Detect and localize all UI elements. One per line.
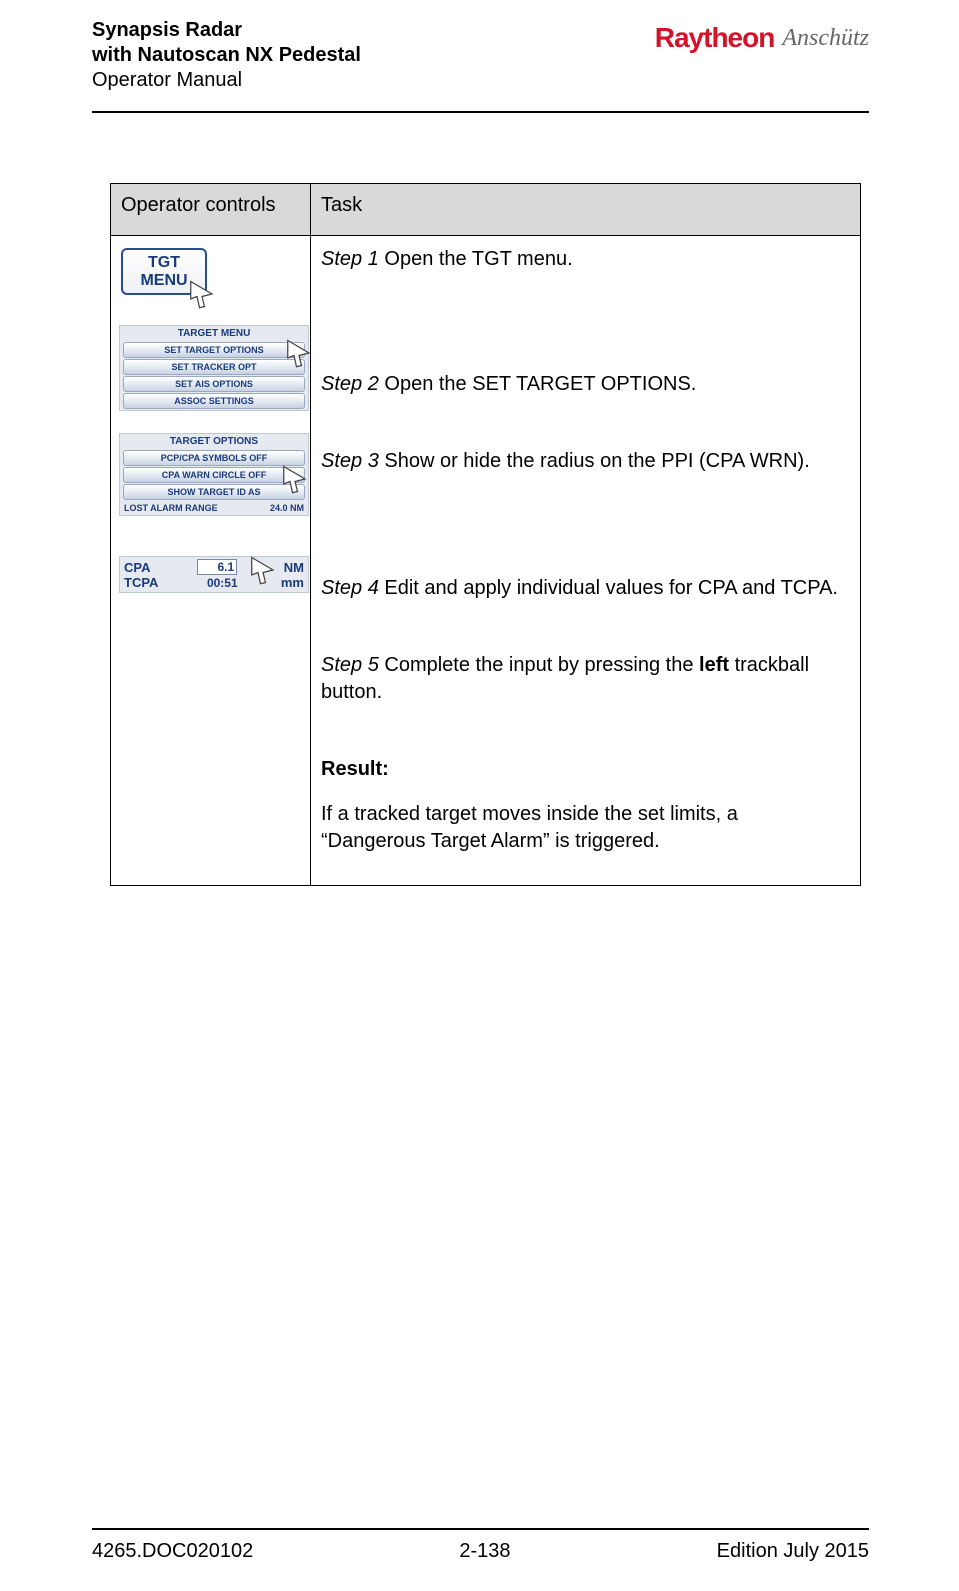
step-2: Step 2 Open the SET TARGET OPTIONS. [321, 371, 842, 398]
page-header: Synapsis Radar with Nautoscan NX Pedesta… [0, 0, 959, 93]
target-options-panel: TARGET OPTIONS PCP/CPA SYMBOLS OFF CPA W… [119, 433, 309, 516]
result-label: Result: [321, 756, 842, 783]
col-header-controls: Operator controls [111, 184, 311, 236]
target-menu-panel: TARGET MENU SET TARGET OPTIONS SET TRACK… [119, 325, 309, 411]
col-header-task: Task [311, 184, 861, 236]
target-options-title: TARGET OPTIONS [120, 434, 308, 449]
lost-alarm-range-row: LOST ALARM RANGE 24.0 NM [120, 501, 308, 515]
doc-number: 4265.DOC020102 [92, 1540, 253, 1563]
step-4: Step 4 Edit and apply individual values … [321, 575, 842, 602]
show-target-id-button[interactable]: SHOW TARGET ID AS [123, 484, 305, 500]
step-1-text: Open the TGT menu. [379, 248, 573, 270]
content-area: Operator controls Task TGT MENU TARGET M… [0, 113, 959, 886]
procedure-table: Operator controls Task TGT MENU TARGET M… [110, 183, 861, 886]
step-2-text: Open the SET TARGET OPTIONS. [379, 373, 697, 395]
set-target-options-button[interactable]: SET TARGET OPTIONS [123, 342, 305, 358]
title-line-2: with Nautoscan NX Pedestal [92, 43, 361, 68]
logo-block: Raytheon Anschütz [655, 18, 869, 54]
tgt-btn-l1: TGT [148, 254, 180, 271]
step-1-label: Step 1 [321, 248, 379, 270]
cpa-value[interactable]: 6.1 [197, 559, 237, 575]
assoc-settings-button[interactable]: ASSOC SETTINGS [123, 393, 305, 409]
step-1: Step 1 Open the TGT menu. [321, 246, 842, 273]
tgt-menu-button-graphic: TGT MENU [121, 248, 207, 295]
step-2-label: Step 2 [321, 373, 379, 395]
controls-cell: TGT MENU TARGET MENU SET TARGET OPTIONS … [111, 236, 311, 886]
cpa-tcpa-panel: CPA 6.1 NM TCPA 00:51 mm [119, 556, 309, 593]
anschutz-logo: Anschütz [782, 25, 869, 52]
cpa-unit: NM [284, 560, 304, 575]
step-3: Step 3 Show or hide the radius on the PP… [321, 448, 842, 475]
title-line-1: Synapsis Radar [92, 18, 361, 43]
page-footer: 4265.DOC020102 2-138 Edition July 2015 [92, 1528, 869, 1563]
lost-alarm-label: LOST ALARM RANGE [124, 503, 218, 513]
title-line-3: Operator Manual [92, 68, 361, 93]
step-5: Step 5 Complete the input by pressing th… [321, 652, 842, 706]
step-5-label: Step 5 [321, 654, 379, 676]
task-cell: Step 1 Open the TGT menu. Step 2 Open th… [311, 236, 861, 886]
set-tracker-opt-button[interactable]: SET TRACKER OPT [123, 359, 305, 375]
lost-alarm-value: 24.0 NM [270, 503, 304, 513]
cursor-icon [280, 464, 310, 494]
cpa-label: CPA [124, 560, 150, 575]
edition-date: Edition July 2015 [717, 1540, 869, 1563]
cursor-icon [187, 279, 217, 309]
target-menu-title: TARGET MENU [120, 326, 308, 341]
tcpa-value[interactable]: 00:51 [200, 576, 240, 590]
tcpa-label: TCPA [124, 575, 158, 590]
step-5-text-a: Complete the input by pressing the [379, 654, 699, 676]
tgt-btn-l2: MENU [140, 272, 187, 289]
step-4-label: Step 4 [321, 577, 379, 599]
footer-rule [92, 1528, 869, 1530]
set-ais-options-button[interactable]: SET AIS OPTIONS [123, 376, 305, 392]
page-number: 2-138 [459, 1540, 510, 1563]
step-5-bold: left [699, 654, 729, 676]
cursor-icon [284, 338, 314, 368]
cursor-icon [248, 555, 278, 585]
step-4-text: Edit and apply individual values for CPA… [379, 577, 838, 599]
step-3-text: Show or hide the radius on the PPI (CPA … [379, 450, 810, 472]
footer-row: 4265.DOC020102 2-138 Edition July 2015 [92, 1540, 869, 1563]
raytheon-logo: Raytheon [655, 22, 775, 54]
result-text: If a tracked target moves inside the set… [321, 801, 842, 855]
header-titles: Synapsis Radar with Nautoscan NX Pedesta… [92, 18, 361, 93]
step-3-label: Step 3 [321, 450, 379, 472]
pcp-cpa-symbols-button[interactable]: PCP/CPA SYMBOLS OFF [123, 450, 305, 466]
tcpa-unit: mm [281, 575, 304, 590]
cpa-warn-circle-button[interactable]: CPA WARN CIRCLE OFF [123, 467, 305, 483]
